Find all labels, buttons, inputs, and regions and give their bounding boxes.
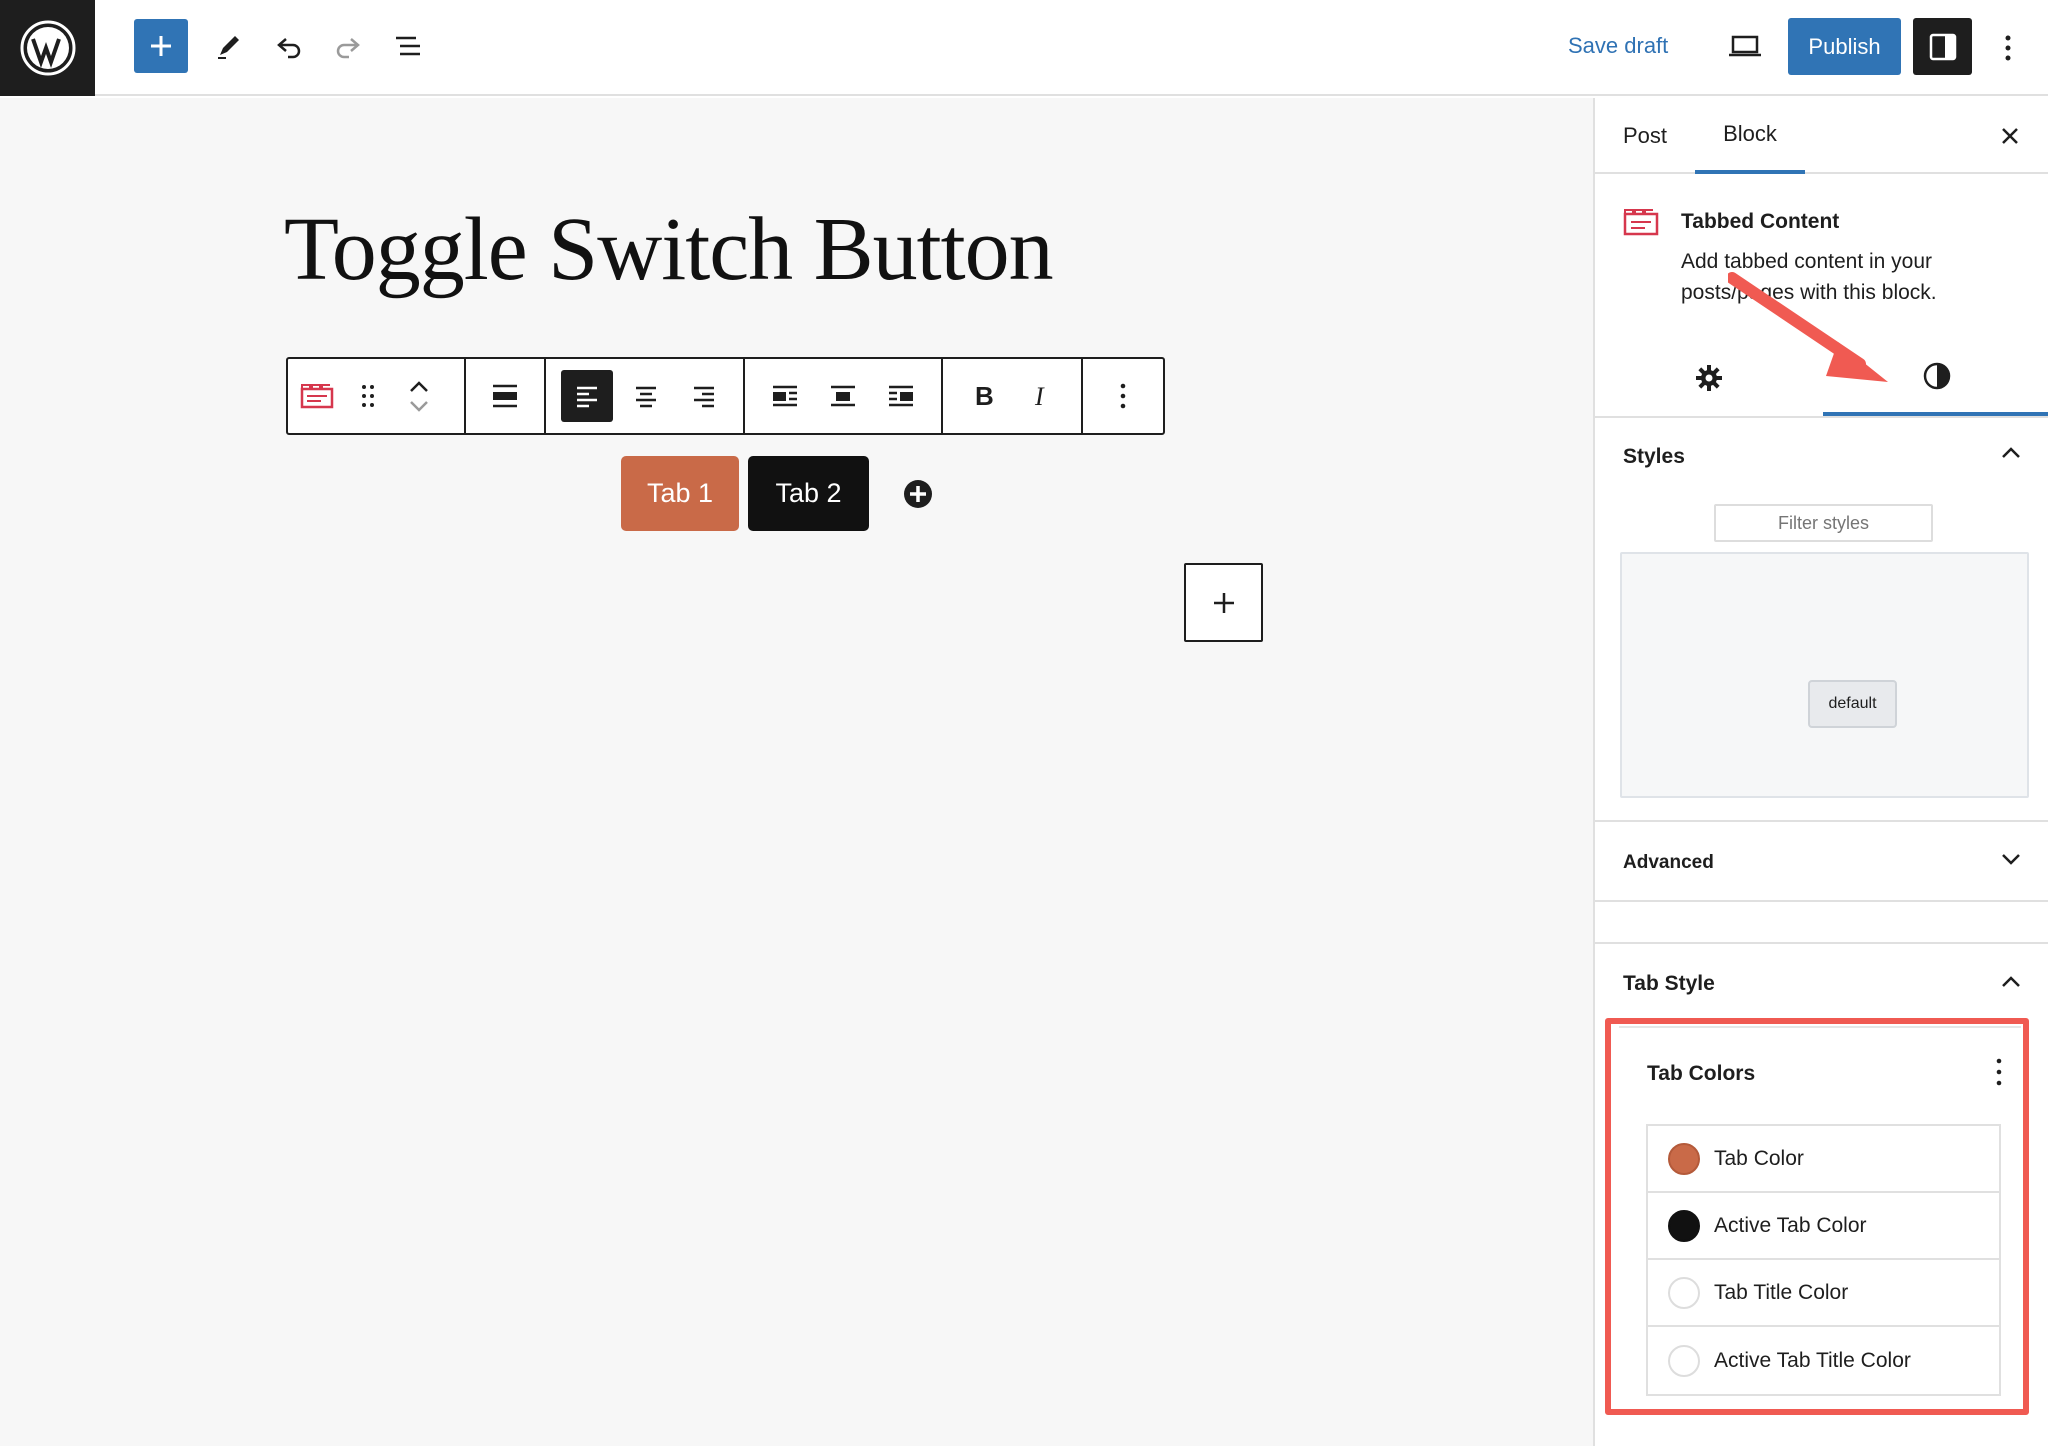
gear-icon bbox=[1696, 365, 1722, 391]
tools-button[interactable] bbox=[203, 20, 255, 72]
block-appender-button[interactable] bbox=[1184, 563, 1263, 642]
chevron-down-icon[interactable] bbox=[409, 399, 429, 413]
more-vertical-icon bbox=[2005, 35, 2011, 61]
bold-button[interactable]: B bbox=[954, 359, 1012, 433]
undo-icon bbox=[277, 38, 301, 59]
svg-text:B: B bbox=[975, 383, 993, 409]
highlight-box bbox=[1605, 1018, 2029, 1415]
panel-divider bbox=[1595, 902, 2048, 944]
block-toolbar-group-block bbox=[288, 359, 466, 433]
wordpress-logo[interactable] bbox=[0, 0, 95, 96]
more-vertical-icon bbox=[1120, 383, 1126, 409]
style-preview: default bbox=[1620, 552, 2029, 798]
block-toolbar-group-tab-align bbox=[745, 359, 944, 433]
block-card-title: Tabbed Content bbox=[1681, 210, 1840, 233]
sidebar-tabs: Post Block bbox=[1595, 98, 2048, 174]
styles-panel-title: Styles bbox=[1623, 445, 1685, 468]
chevron-up-icon bbox=[2002, 447, 2020, 458]
wordpress-icon bbox=[20, 20, 75, 76]
block-toolbar-group-more bbox=[1083, 359, 1163, 433]
redo-button[interactable] bbox=[322, 20, 374, 72]
options-button[interactable] bbox=[1992, 24, 2024, 72]
tabbed-content-icon bbox=[300, 384, 334, 409]
block-type-button[interactable] bbox=[288, 359, 346, 433]
block-toolbar: B I bbox=[286, 357, 1165, 435]
block-toolbar-group-text-align bbox=[546, 359, 746, 433]
tab-style-panel-title: Tab Style bbox=[1623, 972, 1715, 995]
style-option-default[interactable]: default bbox=[1808, 680, 1897, 728]
move-block-control[interactable] bbox=[390, 359, 448, 433]
chevron-up-icon[interactable] bbox=[409, 379, 429, 393]
align-right-button[interactable] bbox=[675, 359, 733, 433]
tab-style-panel-header[interactable]: Tab Style bbox=[1595, 946, 2048, 1024]
tabs-right-button[interactable] bbox=[872, 359, 930, 433]
tab-button-2[interactable]: Tab 2 bbox=[748, 456, 869, 531]
chevron-down-icon bbox=[2002, 854, 2020, 865]
block-toolbar-group-format: B I bbox=[943, 359, 1084, 433]
styles-panel-header[interactable]: Styles bbox=[1595, 418, 2048, 496]
align-center-button[interactable] bbox=[617, 359, 675, 433]
tabbed-content-icon bbox=[1623, 209, 1659, 236]
editor-top-bar: Save draft Publish bbox=[0, 0, 2048, 96]
align-left-button[interactable] bbox=[560, 370, 613, 422]
align-center-icon bbox=[635, 386, 656, 408]
plus-icon bbox=[1213, 592, 1234, 613]
plus-icon bbox=[151, 36, 171, 56]
block-toolbar-group-width bbox=[466, 359, 546, 433]
tab-button-1[interactable]: Tab 1 bbox=[621, 456, 739, 531]
media-left-icon bbox=[773, 385, 798, 407]
bold-icon: B bbox=[975, 383, 993, 409]
filter-styles-input[interactable]: Filter styles bbox=[1714, 504, 1933, 542]
undo-button[interactable] bbox=[263, 20, 315, 72]
pencil-icon bbox=[218, 36, 239, 59]
block-options-button[interactable] bbox=[1094, 359, 1152, 433]
align-wide-button[interactable] bbox=[476, 359, 534, 433]
publish-button[interactable]: Publish bbox=[1788, 18, 1901, 75]
align-left-icon bbox=[576, 386, 597, 408]
contrast-icon bbox=[1923, 362, 1951, 390]
list-view-icon bbox=[396, 36, 420, 56]
align-wide-icon bbox=[492, 384, 517, 408]
annotation-arrow-icon bbox=[1728, 272, 1888, 382]
add-block-button[interactable] bbox=[134, 19, 188, 73]
italic-icon: I bbox=[1034, 383, 1045, 409]
laptop-icon bbox=[1729, 35, 1761, 57]
media-right-icon bbox=[889, 385, 914, 407]
save-draft-button[interactable]: Save draft bbox=[1568, 28, 1668, 64]
document-overview-button[interactable] bbox=[382, 20, 434, 72]
tabs-center-button[interactable] bbox=[814, 359, 872, 433]
chevron-up-icon bbox=[2002, 976, 2020, 987]
preview-button[interactable] bbox=[1719, 20, 1771, 72]
svg-text:I: I bbox=[1034, 383, 1045, 409]
sidebar-icon bbox=[1929, 33, 1956, 60]
align-right-icon bbox=[693, 386, 714, 408]
add-tab-icon[interactable] bbox=[903, 479, 933, 509]
media-center-icon bbox=[831, 385, 856, 407]
advanced-panel-title: Advanced bbox=[1623, 852, 1714, 873]
close-icon[interactable] bbox=[1996, 122, 2024, 150]
italic-button[interactable]: I bbox=[1012, 359, 1070, 433]
tab-block[interactable]: Block bbox=[1695, 98, 1805, 174]
post-title[interactable]: Toggle Switch Button bbox=[284, 190, 1054, 310]
drag-handle[interactable] bbox=[346, 359, 390, 433]
advanced-panel[interactable]: Advanced bbox=[1595, 824, 2048, 902]
tabs-left-button[interactable] bbox=[756, 359, 814, 433]
drag-icon bbox=[362, 385, 374, 407]
tab-post[interactable]: Post bbox=[1623, 98, 1667, 174]
settings-sidebar-toggle[interactable] bbox=[1913, 18, 1972, 75]
redo-icon bbox=[336, 38, 360, 59]
